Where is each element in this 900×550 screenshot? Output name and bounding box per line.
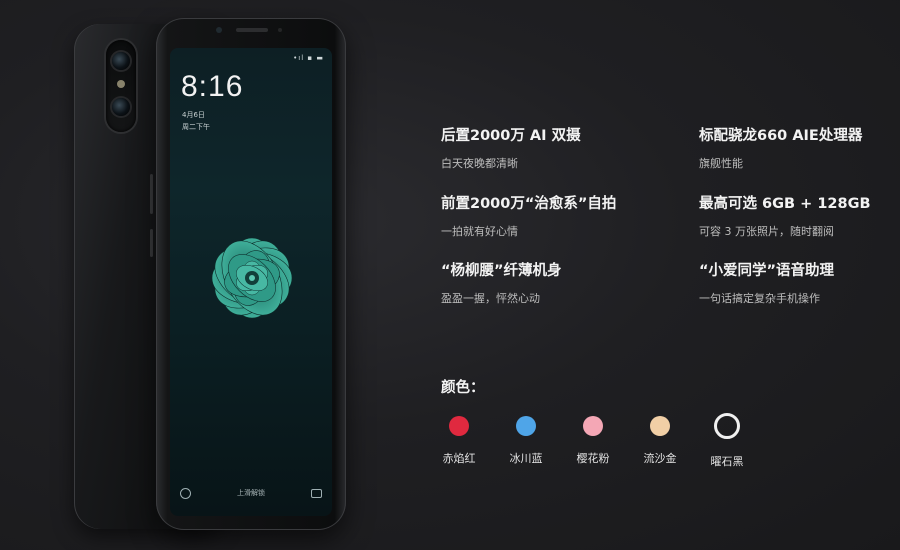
camera-lens-icon [112, 98, 130, 116]
color-label: 冰川蓝 [509, 452, 543, 465]
color-option-black-selected[interactable]: 曜石黑 [692, 413, 762, 469]
feature-subtitle: 旗舰性能 [699, 157, 743, 170]
status-bar-icons: •ıl ▪ ▬ [293, 54, 324, 62]
volume-button [150, 174, 153, 214]
feature-subtitle: 可容 3 万张照片，随时翻阅 [699, 225, 834, 238]
flower-wallpaper-icon [211, 237, 293, 319]
feature-processor: 标配骁龙660 AIE处理器 旗舰性能 [699, 124, 900, 171]
lockscreen-bottom-bar: 上滑解锁 [170, 488, 332, 502]
feature-front-camera: 前置2000万“治愈系”自拍 一拍就有好心情 [441, 192, 681, 239]
feature-storage: 最高可选 6GB + 128GB 可容 3 万张照片，随时翻阅 [699, 192, 900, 239]
color-swatch[interactable] [516, 416, 536, 436]
color-option-blue[interactable]: 冰川蓝 [491, 416, 561, 466]
lockscreen-day: 周二下午 [182, 123, 210, 131]
color-option-gold[interactable]: 流沙金 [625, 416, 695, 466]
color-label: 流沙金 [643, 452, 677, 465]
product-showcase: •ıl ▪ ▬ 8:16 4月6日 周二下午 上滑解锁 后置2000万 AI 双… [0, 0, 900, 550]
phone-screen: •ıl ▪ ▬ 8:16 4月6日 周二下午 上滑解锁 [170, 48, 332, 516]
feature-title: 后置2000万 AI 双摄 [441, 128, 581, 144]
color-label: 赤焰红 [442, 452, 476, 465]
flash-icon [117, 80, 125, 88]
feature-slim-body: “杨柳腰”纤薄机身 盈盈一握，怦然心动 [441, 259, 681, 306]
feature-title: “小爱同学”语音助理 [699, 263, 835, 279]
lockscreen-time: 8:16 [181, 70, 244, 103]
feature-voice-assistant: “小爱同学”语音助理 一句话搞定复杂手机操作 [699, 259, 900, 306]
earpiece [236, 28, 268, 32]
color-swatch[interactable] [583, 416, 603, 436]
colors-heading: 颜色： [441, 380, 485, 396]
feature-title: 标配骁龙660 AIE处理器 [699, 128, 863, 144]
phone-front-image: •ıl ▪ ▬ 8:16 4月6日 周二下午 上滑解锁 [156, 18, 346, 530]
color-swatch[interactable] [650, 416, 670, 436]
color-option-pink[interactable]: 樱花粉 [558, 416, 628, 466]
dual-camera-module [106, 40, 136, 132]
feature-subtitle: 一拍就有好心情 [441, 225, 518, 238]
color-label: 樱花粉 [576, 452, 610, 465]
feature-title: 最高可选 6GB + 128GB [699, 196, 871, 212]
feature-rear-camera: 后置2000万 AI 双摄 白天夜晚都清晰 [441, 124, 681, 171]
sensor-icon [278, 28, 282, 32]
camera-lens-icon [112, 52, 130, 70]
front-camera-icon [216, 27, 222, 33]
color-swatch-selected[interactable] [714, 413, 740, 439]
feature-subtitle: 白天夜晚都清晰 [441, 157, 518, 170]
color-swatch[interactable] [449, 416, 469, 436]
camera-shortcut-icon[interactable] [311, 489, 322, 498]
feature-title: 前置2000万“治愈系”自拍 [441, 196, 617, 212]
color-option-red[interactable]: 赤焰红 [424, 416, 494, 466]
unlock-hint: 上滑解锁 [237, 489, 265, 497]
lockscreen-date: 4月6日 [182, 111, 205, 119]
power-button [150, 229, 153, 257]
feature-subtitle: 盈盈一握，怦然心动 [441, 292, 540, 305]
feature-subtitle: 一句话搞定复杂手机操作 [699, 292, 820, 305]
color-label: 曜石黑 [710, 455, 744, 468]
feature-title: “杨柳腰”纤薄机身 [441, 263, 562, 279]
